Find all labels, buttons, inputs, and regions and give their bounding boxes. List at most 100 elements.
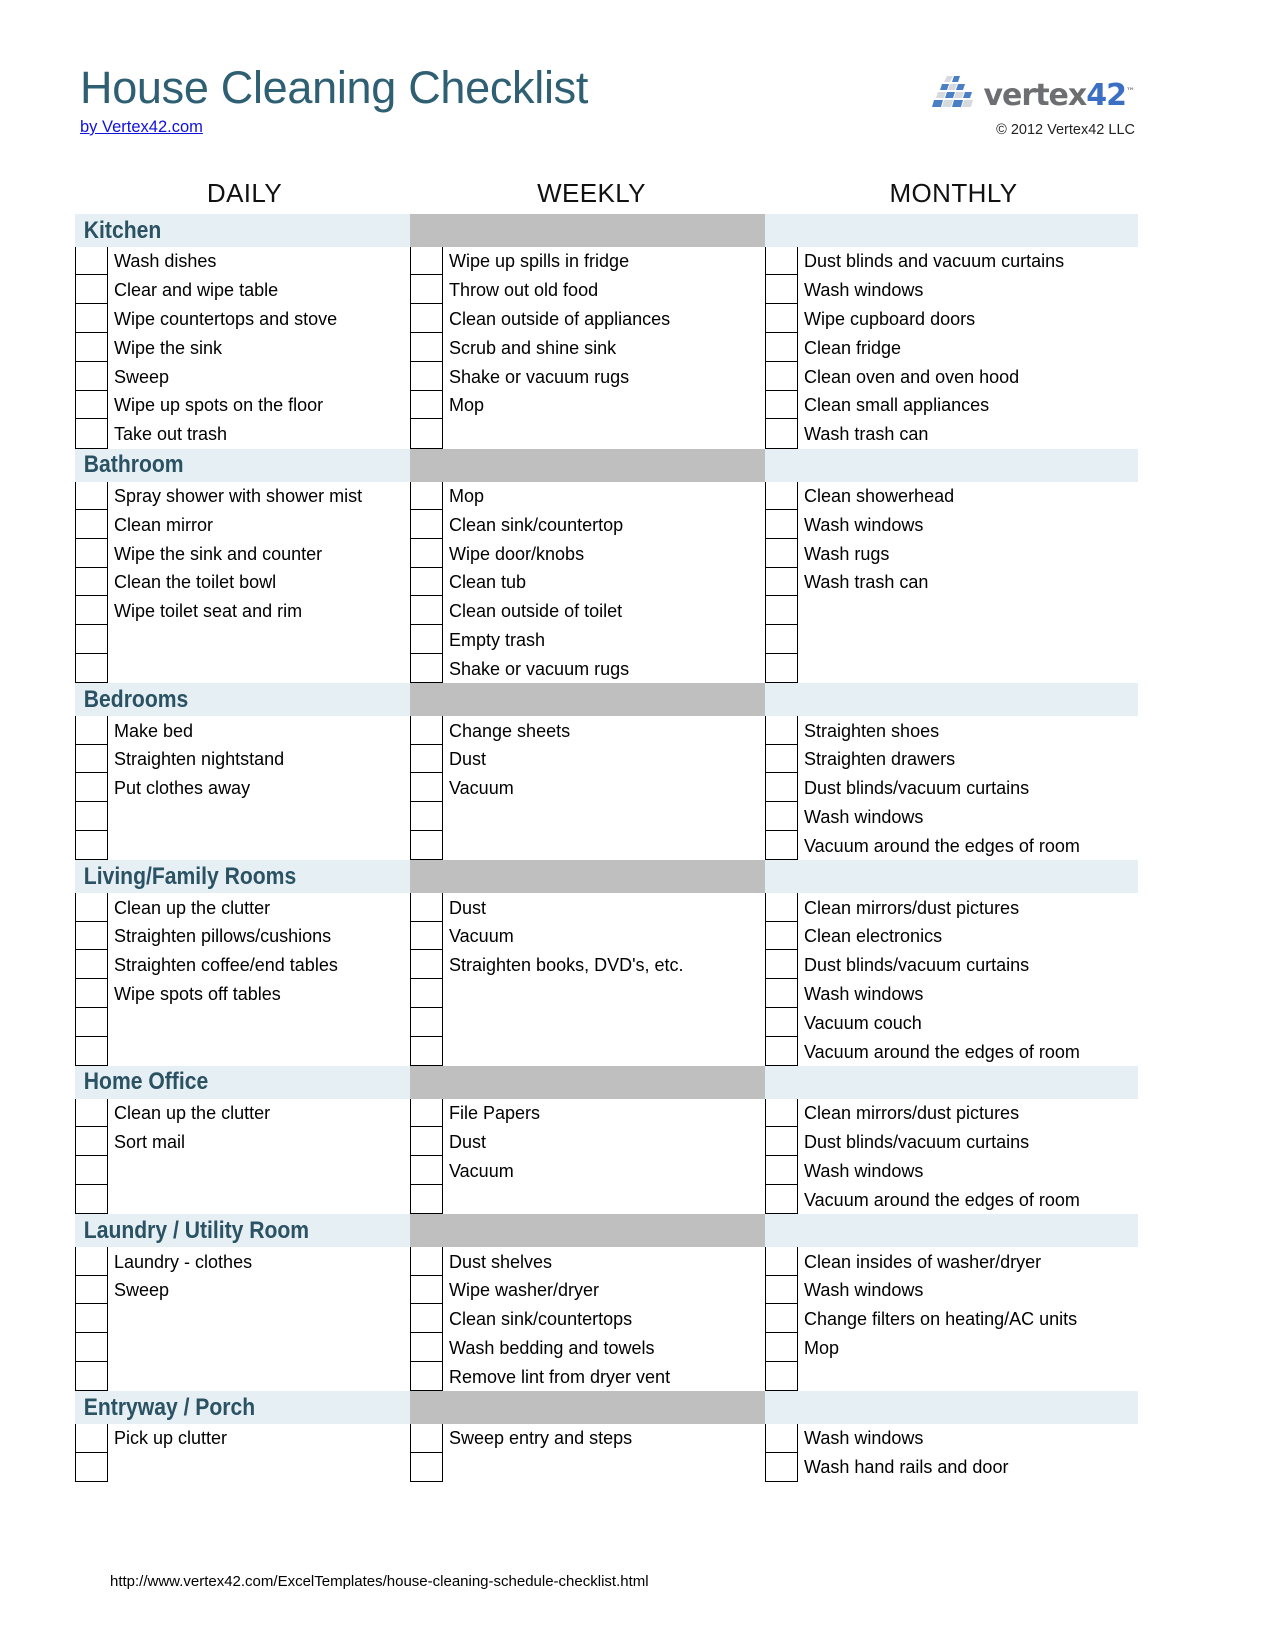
checkbox-monthly[interactable]	[765, 920, 798, 951]
checkbox-weekly[interactable]	[410, 1183, 443, 1215]
checkbox-weekly[interactable]	[410, 714, 443, 745]
checkbox-daily[interactable]	[75, 566, 108, 597]
checkbox-daily[interactable]	[75, 389, 108, 420]
checkbox-weekly[interactable]	[410, 1245, 443, 1276]
checkbox-weekly[interactable]	[410, 1422, 443, 1453]
checkbox-weekly[interactable]	[410, 1126, 443, 1157]
checkbox-daily[interactable]	[75, 1155, 108, 1186]
checkbox-monthly[interactable]	[765, 1183, 798, 1215]
checkbox-weekly[interactable]	[410, 303, 443, 334]
checkbox-daily[interactable]	[75, 1183, 108, 1215]
checkbox-monthly[interactable]	[765, 1332, 798, 1363]
checkbox-monthly[interactable]	[765, 624, 798, 655]
checkbox-weekly[interactable]	[410, 920, 443, 951]
checkbox-daily[interactable]	[75, 1097, 108, 1128]
checkbox-daily[interactable]	[75, 1332, 108, 1363]
checkbox-weekly[interactable]	[410, 1332, 443, 1363]
checkbox-weekly[interactable]	[410, 949, 443, 980]
checkbox-daily[interactable]	[75, 891, 108, 922]
checkbox-daily[interactable]	[75, 1035, 108, 1066]
checkbox-weekly[interactable]	[410, 508, 443, 540]
checkbox-daily[interactable]	[75, 332, 108, 363]
checkbox-daily[interactable]	[75, 978, 108, 1009]
checkbox-monthly[interactable]	[765, 829, 798, 861]
checkbox-monthly[interactable]	[765, 595, 798, 626]
checkbox-weekly[interactable]	[410, 829, 443, 861]
checkbox-daily[interactable]	[75, 652, 108, 684]
checkbox-monthly[interactable]	[765, 1422, 798, 1453]
checkbox-monthly[interactable]	[765, 274, 798, 305]
checkbox-daily[interactable]	[75, 743, 108, 774]
checkbox-daily[interactable]	[75, 801, 108, 832]
checkbox-monthly[interactable]	[765, 360, 798, 391]
checkbox-weekly[interactable]	[410, 1097, 443, 1128]
checkbox-daily[interactable]	[75, 1451, 108, 1482]
checkbox-monthly[interactable]	[765, 891, 798, 922]
checkbox-weekly[interactable]	[410, 1274, 443, 1305]
checkbox-weekly[interactable]	[410, 595, 443, 626]
checkbox-weekly[interactable]	[410, 480, 443, 511]
checkbox-monthly[interactable]	[765, 332, 798, 363]
checkbox-daily[interactable]	[75, 1274, 108, 1305]
checkbox-daily[interactable]	[75, 920, 108, 951]
checkbox-daily[interactable]	[75, 949, 108, 980]
checkbox-daily[interactable]	[75, 245, 108, 276]
checkbox-weekly[interactable]	[410, 978, 443, 1009]
checkbox-monthly[interactable]	[765, 714, 798, 745]
checkbox-monthly[interactable]	[765, 1303, 798, 1334]
checkbox-daily[interactable]	[75, 274, 108, 305]
checkbox-daily[interactable]	[75, 1245, 108, 1276]
checkbox-monthly[interactable]	[765, 1126, 798, 1157]
checkbox-daily[interactable]	[75, 714, 108, 745]
checkbox-monthly[interactable]	[765, 1451, 798, 1482]
checkbox-weekly[interactable]	[410, 743, 443, 774]
checkbox-daily[interactable]	[75, 537, 108, 568]
checkbox-daily[interactable]	[75, 772, 108, 803]
checkbox-daily[interactable]	[75, 508, 108, 540]
checkbox-weekly[interactable]	[410, 772, 443, 803]
checkbox-monthly[interactable]	[765, 1035, 798, 1066]
checkbox-weekly[interactable]	[410, 1006, 443, 1038]
checkbox-monthly[interactable]	[765, 1274, 798, 1305]
checkbox-daily[interactable]	[75, 1303, 108, 1334]
checkbox-monthly[interactable]	[765, 303, 798, 334]
checkbox-weekly[interactable]	[410, 891, 443, 922]
checkbox-daily[interactable]	[75, 1360, 108, 1392]
checkbox-weekly[interactable]	[410, 1303, 443, 1334]
checkbox-monthly[interactable]	[765, 1097, 798, 1128]
checkbox-weekly[interactable]	[410, 801, 443, 832]
checkbox-daily[interactable]	[75, 480, 108, 511]
checkbox-daily[interactable]	[75, 360, 108, 391]
checkbox-weekly[interactable]	[410, 245, 443, 276]
checkbox-monthly[interactable]	[765, 508, 798, 540]
checkbox-daily[interactable]	[75, 303, 108, 334]
checkbox-monthly[interactable]	[765, 772, 798, 803]
checkbox-weekly[interactable]	[410, 624, 443, 655]
checkbox-monthly[interactable]	[765, 537, 798, 568]
checkbox-weekly[interactable]	[410, 537, 443, 568]
checkbox-daily[interactable]	[75, 1006, 108, 1038]
checkbox-weekly[interactable]	[410, 360, 443, 391]
checkbox-weekly[interactable]	[410, 332, 443, 363]
vertex42-link[interactable]: by Vertex42.com	[80, 118, 203, 137]
checkbox-weekly[interactable]	[410, 274, 443, 305]
checkbox-weekly[interactable]	[410, 1451, 443, 1482]
checkbox-monthly[interactable]	[765, 949, 798, 980]
checkbox-monthly[interactable]	[765, 245, 798, 276]
checkbox-weekly[interactable]	[410, 566, 443, 597]
checkbox-monthly[interactable]	[765, 480, 798, 511]
checkbox-weekly[interactable]	[410, 1035, 443, 1066]
checkbox-monthly[interactable]	[765, 566, 798, 597]
checkbox-monthly[interactable]	[765, 743, 798, 774]
checkbox-monthly[interactable]	[765, 1155, 798, 1186]
checkbox-daily[interactable]	[75, 418, 108, 449]
checkbox-daily[interactable]	[75, 1126, 108, 1157]
checkbox-daily[interactable]	[75, 595, 108, 626]
checkbox-monthly[interactable]	[765, 1006, 798, 1038]
checkbox-monthly[interactable]	[765, 652, 798, 684]
checkbox-weekly[interactable]	[410, 1360, 443, 1392]
checkbox-monthly[interactable]	[765, 418, 798, 449]
checkbox-monthly[interactable]	[765, 1360, 798, 1392]
checkbox-monthly[interactable]	[765, 978, 798, 1009]
checkbox-daily[interactable]	[75, 829, 108, 861]
